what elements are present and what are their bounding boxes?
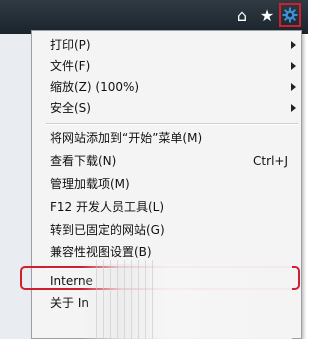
menu-item-compat-view[interactable]: 兼容性视图设置(B) bbox=[50, 242, 298, 262]
blur-stripes bbox=[96, 260, 156, 339]
submenu-arrow-icon bbox=[291, 83, 296, 91]
submenu-arrow-icon bbox=[291, 41, 296, 49]
menu-item-label: 安全(S) bbox=[50, 101, 91, 115]
menu-gutter bbox=[32, 31, 44, 338]
menu-item-label: F12 开发人员工具(L) bbox=[50, 200, 165, 214]
menu-item-label: 文件(F) bbox=[50, 59, 91, 73]
home-icon[interactable]: ⌂ bbox=[233, 7, 251, 25]
menu-item-label: 兼容性视图设置(B) bbox=[50, 245, 152, 259]
menu-item-label: 缩放(Z) (100%) bbox=[50, 80, 140, 94]
menu-item-file[interactable]: 文件(F) bbox=[50, 56, 298, 76]
menu-item-view-downloads[interactable]: 查看下载(N) Ctrl+J bbox=[50, 151, 298, 171]
menu-item-zoom[interactable]: 缩放(Z) (100%) bbox=[50, 77, 298, 97]
menu-item-add-to-start[interactable]: 将网站添加到“开始”菜单(M) bbox=[50, 128, 298, 148]
menu-item-pinned-sites[interactable]: 转到已固定的网站(G) bbox=[50, 220, 298, 240]
menu-item-label: 查看下载(N) bbox=[50, 154, 117, 168]
menu-item-dev-tools[interactable]: F12 开发人员工具(L) bbox=[50, 197, 298, 217]
star-icon[interactable]: ★ bbox=[258, 7, 276, 25]
menu-item-label: 管理加载项(M) bbox=[50, 177, 130, 191]
menu-item-safety[interactable]: 安全(S) bbox=[50, 98, 298, 118]
menu-item-label: 将网站添加到“开始”菜单(M) bbox=[50, 131, 203, 145]
menu-item-print[interactable]: 打印(P) bbox=[50, 35, 298, 55]
menu-separator bbox=[46, 123, 298, 125]
menu-item-label: 转到已固定的网站(G) bbox=[50, 223, 165, 237]
submenu-arrow-icon bbox=[291, 104, 296, 112]
submenu-arrow-icon bbox=[291, 62, 296, 70]
menu-item-shortcut: Ctrl+J bbox=[253, 154, 288, 168]
browser-toolbar: ⌂ ★ bbox=[0, 0, 308, 34]
gear-icon[interactable] bbox=[279, 3, 301, 27]
menu-item-label: 打印(P) bbox=[50, 38, 91, 52]
menu-item-manage-addons[interactable]: 管理加载项(M) bbox=[50, 174, 298, 194]
